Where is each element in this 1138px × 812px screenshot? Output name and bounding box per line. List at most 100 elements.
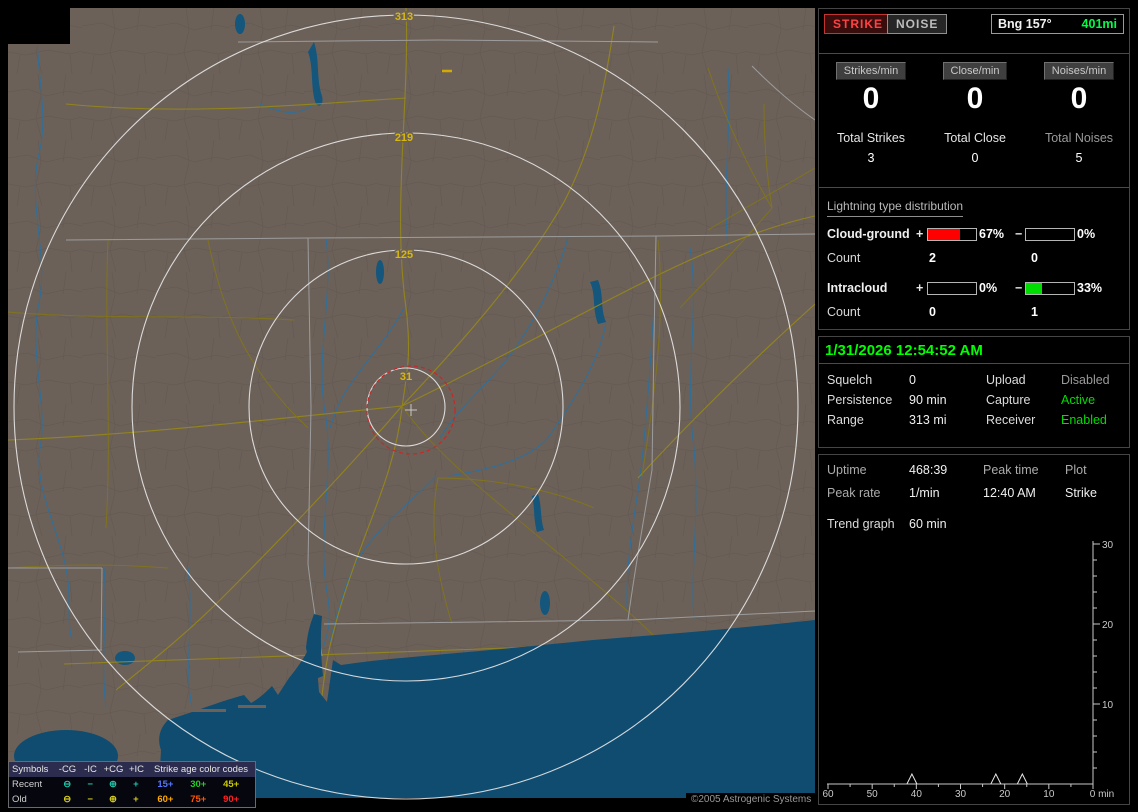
map-canvas: 313 219 125 31 xyxy=(7,7,816,805)
svg-text:30: 30 xyxy=(955,789,967,800)
legend-col-neg-cg: -CG xyxy=(58,764,77,775)
svg-text:30: 30 xyxy=(1102,540,1114,551)
neg-ic-icon: − xyxy=(87,794,93,805)
total-strikes: Total Strikes 3 xyxy=(819,131,923,165)
strikes-per-min-button[interactable]: Strikes/min xyxy=(835,62,907,80)
peak-time-label: Peak time xyxy=(983,463,1039,477)
capture-status: Active xyxy=(1061,393,1096,407)
uptime-value: 468:39 xyxy=(909,463,948,477)
svg-text:0 min: 0 min xyxy=(1090,789,1114,800)
strike-rate-spike xyxy=(990,772,1002,785)
age-badge-15: 15+ xyxy=(157,779,174,790)
count-label: Count xyxy=(827,251,861,265)
persistence-label: Persistence xyxy=(827,393,893,407)
close-per-min-col: Close/min 0 xyxy=(923,61,1027,115)
legend-old-label: Old xyxy=(12,794,27,805)
noises-per-min-col: Noises/min 0 xyxy=(1027,61,1131,115)
total-strikes-label: Total Strikes xyxy=(836,131,906,145)
noises-per-min-value: 0 xyxy=(1070,82,1088,115)
plus-sign: + xyxy=(916,281,924,295)
upload-label: Upload xyxy=(986,373,1026,387)
ring-label-31: 31 xyxy=(400,371,412,383)
intracloud-label: Intracloud xyxy=(827,281,888,295)
ic-negative-count: 1 xyxy=(1031,305,1038,319)
strike-rate-spike xyxy=(1016,772,1028,785)
distribution-title: Lightning type distribution xyxy=(827,199,964,217)
ic-negative-pct: 33% xyxy=(1077,281,1103,295)
age-badge-30: 30+ xyxy=(190,779,207,790)
legend-row-recent: Recent ⊖ − ⊕ + 15+ 30+ 45+ xyxy=(9,777,255,792)
ic-positive-count: 0 xyxy=(929,305,936,319)
cg-positive-bar xyxy=(927,228,977,241)
peak-time-value: 12:40 AM xyxy=(983,486,1036,500)
svg-text:10: 10 xyxy=(1043,789,1055,800)
bearing-range-display: Bng 157° 401mi xyxy=(991,14,1124,34)
legend-header: Symbols -CG -IC +CG +IC Strike age color… xyxy=(9,762,255,777)
close-per-min-button[interactable]: Close/min xyxy=(942,62,1008,80)
count-label: Count xyxy=(827,305,861,319)
cg-negative-pct: 0% xyxy=(1077,227,1096,241)
settings-row: Range 313 mi Receiver Enabled xyxy=(819,413,1129,429)
svg-text:20: 20 xyxy=(1102,620,1114,631)
map-legend: Symbols -CG -IC +CG +IC Strike age color… xyxy=(8,761,256,808)
range-label: Range xyxy=(827,413,864,427)
minus-sign: − xyxy=(1015,281,1023,295)
neg-ic-icon: − xyxy=(87,779,93,790)
settings-row: Persistence 90 min Capture Active xyxy=(819,393,1129,409)
range-value: 401mi xyxy=(1081,17,1117,31)
ring-label-219: 219 xyxy=(395,132,413,144)
cg-negative-bar xyxy=(1025,228,1075,241)
plot-value: Strike xyxy=(1065,486,1097,500)
cg-negative-count: 0 xyxy=(1031,251,1038,265)
trend-graph: 10 20 30 60 50 40 30 20 10 0 min xyxy=(822,540,1114,800)
total-close-value: 0 xyxy=(971,151,979,165)
noise-mode-button[interactable]: NOISE xyxy=(887,14,948,34)
cloud-ground-label: Cloud-ground xyxy=(827,227,910,241)
cloud-ground-row: Cloud-ground + 67% − 0% xyxy=(819,227,1129,241)
plot-label: Plot xyxy=(1065,463,1087,477)
trend-graph-label: Trend graph xyxy=(827,517,895,531)
divider xyxy=(819,53,1129,54)
ic-positive-bar xyxy=(927,282,977,295)
svg-text:50: 50 xyxy=(867,789,879,800)
strikes-per-min-value: 0 xyxy=(862,82,880,115)
ic-positive-pct: 0% xyxy=(979,281,998,295)
peak-rate-value: 1/min xyxy=(909,486,940,500)
copyright-text: ©2005 Astrogenic Systems xyxy=(686,793,817,806)
divider xyxy=(819,187,1129,188)
cg-positive-count: 2 xyxy=(929,251,936,265)
squelch-value: 0 xyxy=(909,373,916,387)
svg-text:40: 40 xyxy=(911,789,923,800)
legend-symbols-label: Symbols xyxy=(12,764,49,775)
stats-section: STRIKE NOISE Bng 157° 401mi Strikes/min … xyxy=(818,8,1130,330)
legend-row-old: Old ⊖ − ⊕ + 60+ 75+ 90+ xyxy=(9,792,255,807)
legend-recent-label: Recent xyxy=(12,779,43,790)
neg-cg-icon: ⊖ xyxy=(63,779,72,790)
age-badge-90: 90+ xyxy=(223,794,240,805)
trend-window-value: 60 min xyxy=(909,517,947,531)
svg-text:20: 20 xyxy=(999,789,1011,800)
total-noises-value: 5 xyxy=(1075,151,1083,165)
age-badge-60: 60+ xyxy=(157,794,174,805)
plus-sign: + xyxy=(916,227,924,241)
legend-col-pos-ic: +IC xyxy=(128,764,145,775)
minus-sign: − xyxy=(1015,227,1023,241)
nexstorm-app-window: 313 219 125 31 Symbols -CG -IC +CG +IC S… xyxy=(0,0,1138,812)
total-close-label: Total Close xyxy=(944,131,1006,145)
pos-cg-icon: ⊕ xyxy=(109,794,117,805)
total-strikes-value: 3 xyxy=(867,151,875,165)
legend-col-neg-ic: -IC xyxy=(84,764,97,775)
age-badge-45: 45+ xyxy=(223,779,240,790)
svg-text:10: 10 xyxy=(1102,700,1114,711)
pos-ic-icon: + xyxy=(133,794,139,805)
upload-status: Disabled xyxy=(1061,373,1110,387)
total-noises-label: Total Noises xyxy=(1044,131,1114,145)
strike-mode-button[interactable]: STRIKE xyxy=(824,14,893,34)
lightning-map[interactable]: 313 219 125 31 xyxy=(7,7,816,805)
cg-positive-bar-fill xyxy=(928,229,961,240)
ic-negative-bar-fill xyxy=(1026,283,1042,294)
session-row: Uptime 468:39 Peak time Plot xyxy=(819,463,1129,479)
ring-label-125: 125 xyxy=(395,249,413,261)
neg-cg-icon: ⊖ xyxy=(63,794,72,805)
noises-per-min-button[interactable]: Noises/min xyxy=(1043,62,1115,80)
